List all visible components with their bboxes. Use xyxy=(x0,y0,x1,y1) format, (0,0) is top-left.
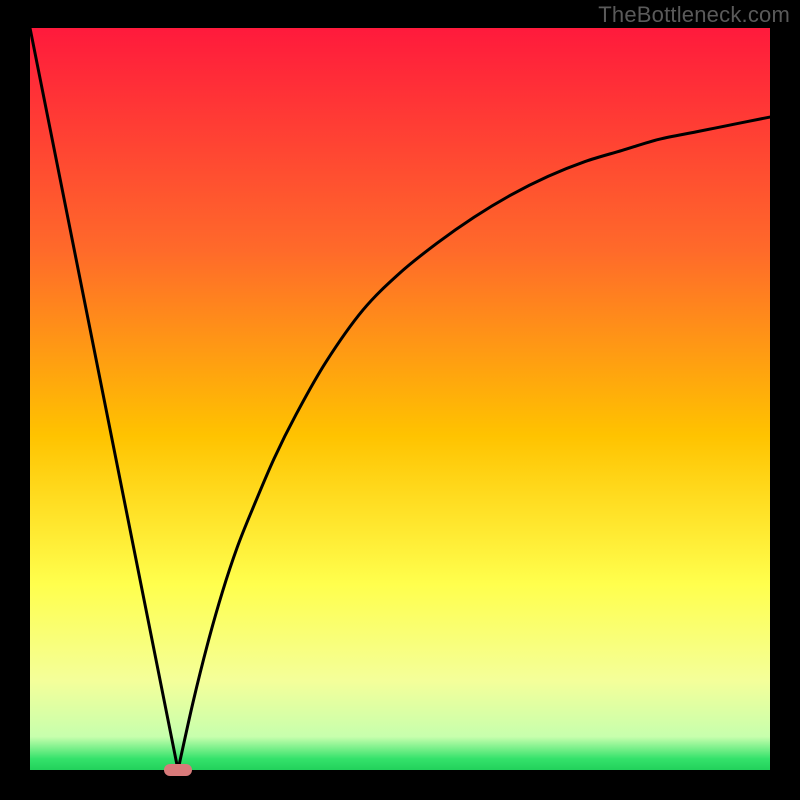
chart-frame: TheBottleneck.com xyxy=(0,0,800,800)
vertex-marker xyxy=(164,764,192,776)
watermark-text: TheBottleneck.com xyxy=(598,2,790,28)
bottleneck-chart xyxy=(0,0,800,800)
